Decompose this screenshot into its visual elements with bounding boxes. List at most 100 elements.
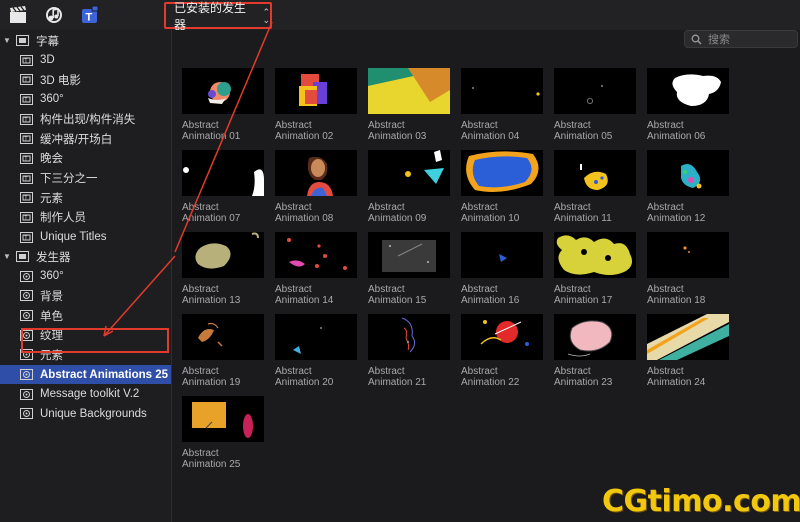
disclosure-triangle-icon[interactable]: ▼	[3, 252, 13, 261]
sidebar-item-generator-6[interactable]: Message toolkit V.2	[0, 385, 171, 404]
thumbnail-label-line2: Animation 20	[275, 377, 334, 388]
sidebar-item-title-9[interactable]: T Unique Titles	[0, 228, 171, 247]
thumbnail-label: Abstract Animation 02	[275, 120, 359, 142]
watermark: CGtimo.com	[602, 484, 800, 519]
thumbnail-preview[interactable]	[182, 150, 264, 196]
thumbnail-preview[interactable]	[368, 68, 450, 114]
sidebar-item-generator-2[interactable]: 单色	[0, 306, 171, 325]
thumbnail-tile[interactable]: Abstract Animation 15	[368, 232, 452, 306]
thumbnail-label-line1: Abstract	[182, 448, 219, 459]
sidebar-item-label: 晚会	[40, 153, 63, 166]
thumbnail-preview[interactable]	[554, 150, 636, 196]
thumbnail-preview[interactable]	[461, 150, 543, 196]
thumbnail-tile[interactable]: Abstract Animation 13	[182, 232, 266, 306]
sidebar-item-label: 发生器	[36, 251, 71, 264]
thumbnail-preview[interactable]	[461, 68, 543, 114]
thumbnail-preview[interactable]	[461, 232, 543, 278]
thumbnail-tile[interactable]: Abstract Animation 20	[275, 314, 359, 388]
thumbnail-label-line2: Animation 07	[182, 213, 241, 224]
thumbnail-label-line2: Animation 15	[368, 295, 427, 306]
thumbnail-tile[interactable]: Abstract Animation 01	[182, 68, 266, 142]
thumbnail-preview[interactable]	[368, 150, 450, 196]
thumbnail-preview[interactable]	[647, 68, 729, 114]
sidebar-item-generator-1[interactable]: 背景	[0, 286, 171, 305]
thumbnail-tile[interactable]: Abstract Animation 02	[275, 68, 359, 142]
titles-generators-icon[interactable]: T	[80, 5, 100, 25]
thumbnail-label-line2: Animation 18	[647, 295, 706, 306]
chevron-updown-icon: ⌃ ⌄	[262, 6, 270, 25]
thumbnail-preview[interactable]	[647, 314, 729, 360]
thumbnail-tile[interactable]: Abstract Animation 25	[182, 396, 266, 470]
thumbnail-label-line1: Abstract	[368, 284, 405, 295]
sidebar-item-generator-0[interactable]: 360°	[0, 267, 171, 286]
thumbnail-label: Abstract Animation 22	[461, 366, 545, 388]
sidebar-item-title-4[interactable]: T 缓冲器/开场白	[0, 129, 171, 148]
thumbnail-preview[interactable]	[275, 314, 357, 360]
thumbnail-preview[interactable]	[647, 232, 729, 278]
thumbnail-preview[interactable]	[182, 314, 264, 360]
sidebar-item-title-1[interactable]: T 3D 电影	[0, 70, 171, 89]
thumbnail-tile[interactable]: Abstract Animation 16	[461, 232, 545, 306]
search-placeholder: 搜索	[708, 34, 730, 46]
thumbnail-tile[interactable]: Abstract Animation 24	[647, 314, 731, 388]
thumbnail-preview[interactable]	[554, 314, 636, 360]
thumbnail-label-line1: Abstract	[461, 284, 498, 295]
thumbnail-tile[interactable]: Abstract Animation 22	[461, 314, 545, 388]
sidebar-item-title-7[interactable]: T 元素	[0, 188, 171, 207]
title-icon: T	[20, 172, 33, 184]
thumbnail-label: Abstract Animation 24	[647, 366, 731, 388]
thumbnail-tile[interactable]: Abstract Animation 09	[368, 150, 452, 224]
thumbnail-preview[interactable]	[368, 314, 450, 360]
clapperboard-icon[interactable]	[8, 5, 28, 25]
svg-text:T: T	[24, 78, 28, 84]
thumbnail-tile[interactable]: Abstract Animation 03	[368, 68, 452, 142]
sidebar-item-title-5[interactable]: T 晚会	[0, 149, 171, 168]
sidebar-item-title-3[interactable]: T 构件出现/构件消失	[0, 110, 171, 129]
thumbnail-preview[interactable]	[461, 314, 543, 360]
thumbnail-tile[interactable]: Abstract Animation 11	[554, 150, 638, 224]
generator-icon	[20, 270, 33, 282]
thumbnail-tile[interactable]: Abstract Animation 21	[368, 314, 452, 388]
thumbnail-label-line2: Animation 12	[647, 213, 706, 224]
thumbnail-preview[interactable]	[275, 150, 357, 196]
sidebar-item-generator-5[interactable]: Abstract Animations 25	[0, 365, 171, 385]
sidebar-item-label: 3D 电影	[40, 74, 81, 87]
svg-text:T: T	[24, 117, 28, 123]
sidebar-item-title-8[interactable]: T 制作人员	[0, 208, 171, 227]
sidebar-item-title-2[interactable]: T 360°	[0, 90, 171, 109]
thumbnail-preview[interactable]	[368, 232, 450, 278]
toolbar: T 已安装的发生器 ⌃ ⌄	[0, 0, 800, 32]
thumbnail-tile[interactable]: Abstract Animation 06	[647, 68, 731, 142]
thumbnail-tile[interactable]: Abstract Animation 23	[554, 314, 638, 388]
thumbnail-label: Abstract Animation 01	[182, 120, 266, 142]
thumbnail-preview[interactable]	[275, 232, 357, 278]
disclosure-triangle-icon[interactable]: ▼	[3, 36, 13, 45]
thumbnail-tile[interactable]: Abstract Animation 14	[275, 232, 359, 306]
search-field[interactable]: 搜索	[684, 30, 798, 48]
thumbnail-preview[interactable]	[182, 68, 264, 114]
thumbnail-preview[interactable]	[554, 68, 636, 114]
thumbnail-preview[interactable]	[554, 232, 636, 278]
thumbnail-tile[interactable]: Abstract Animation 12	[647, 150, 731, 224]
thumbnail-tile[interactable]: Abstract Animation 18	[647, 232, 731, 306]
thumbnail-preview[interactable]	[275, 68, 357, 114]
thumbnail-tile[interactable]: Abstract Animation 07	[182, 150, 266, 224]
sidebar-group-titles[interactable]: ▼ 字幕	[0, 31, 171, 50]
thumbnail-tile[interactable]: Abstract Animation 05	[554, 68, 638, 142]
music-icon[interactable]	[44, 5, 64, 25]
thumbnail-preview[interactable]	[182, 396, 264, 442]
sidebar-item-generator-7[interactable]: Unique Backgrounds	[0, 404, 171, 423]
thumbnail-tile[interactable]: Abstract Animation 04	[461, 68, 545, 142]
thumbnail-preview[interactable]	[182, 232, 264, 278]
thumbnail-tile[interactable]: Abstract Animation 08	[275, 150, 359, 224]
generator-filter-dropdown[interactable]: 已安装的发生器 ⌃ ⌄	[164, 1, 272, 32]
sidebar-group-generators[interactable]: ▼ 发生器	[0, 247, 171, 266]
sidebar-item-title-6[interactable]: T 下三分之一	[0, 169, 171, 188]
sidebar-item-title-0[interactable]: T 3D	[0, 51, 171, 70]
thumbnail-label-line1: Abstract	[368, 202, 405, 213]
thumbnail-tile[interactable]: Abstract Animation 10	[461, 150, 545, 224]
thumbnail-tile[interactable]: Abstract Animation 17	[554, 232, 638, 306]
svg-text:T: T	[24, 58, 28, 64]
thumbnail-tile[interactable]: Abstract Animation 19	[182, 314, 266, 388]
thumbnail-preview[interactable]	[647, 150, 729, 196]
